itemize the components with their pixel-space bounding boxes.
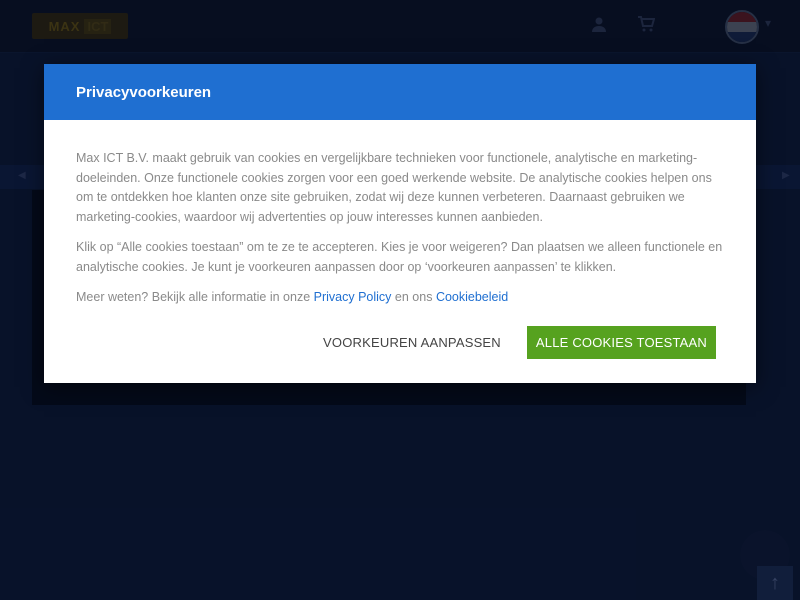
cookie-instructions-text: Klik op “Alle cookies toestaan” om te ze… bbox=[76, 240, 723, 274]
dialog-actions: VOORKEUREN AANPASSEN ALLE COOKIES TOESTA… bbox=[323, 326, 716, 359]
dialog-header: Privacyvoorkeuren bbox=[44, 64, 756, 120]
accept-all-cookies-button[interactable]: ALLE COOKIES TOESTAAN bbox=[526, 326, 716, 359]
dialog-body: Max ICT B.V. maakt gebruik van cookies e… bbox=[44, 120, 756, 308]
cookie-intro-text: Max ICT B.V. maakt gebruik van cookies e… bbox=[76, 151, 712, 224]
dialog-title: Privacyvoorkeuren bbox=[76, 83, 212, 101]
privacy-preferences-dialog: Privacyvoorkeuren Max ICT B.V. maakt geb… bbox=[44, 64, 756, 383]
customize-preferences-button[interactable]: VOORKEUREN AANPASSEN bbox=[323, 335, 501, 350]
cookie-policy-link[interactable]: Cookiebeleid bbox=[436, 290, 508, 304]
more-info-text: Meer weten? Bekijk alle informatie in on… bbox=[76, 288, 724, 308]
privacy-policy-link[interactable]: Privacy Policy bbox=[314, 290, 392, 304]
more-info-prefix: Meer weten? Bekijk alle informatie in on… bbox=[76, 290, 311, 304]
more-info-mid: en ons bbox=[394, 290, 433, 304]
